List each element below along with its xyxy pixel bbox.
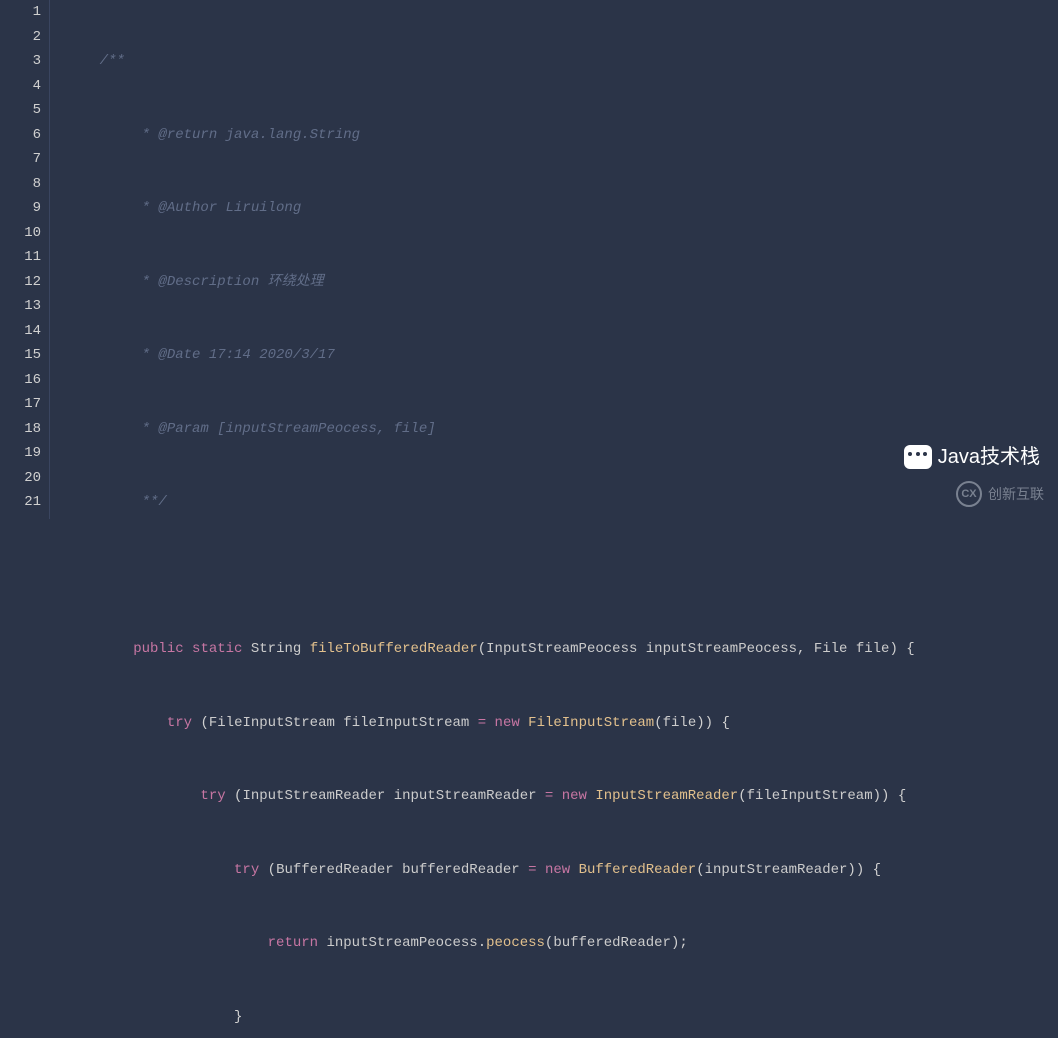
company-watermark: CX 创新互联 (956, 481, 1044, 507)
keyword: static (192, 641, 242, 657)
constructor: InputStreamReader (595, 788, 738, 804)
line-number: 17 (0, 392, 41, 417)
keyword: new (495, 715, 520, 731)
code-line: return inputStreamPeocess.peocess(buffer… (66, 931, 1058, 956)
var: inputStreamPeocess (326, 935, 477, 951)
line-number: 2 (0, 25, 41, 50)
arg: file (663, 715, 697, 731)
line-number: 3 (0, 49, 41, 74)
line-number: 1 (0, 0, 41, 25)
var: fileInputStream (343, 715, 469, 731)
method-call: peocess (486, 935, 545, 951)
code-line: } (66, 1005, 1058, 1030)
code-line: * @Description 环绕处理 (66, 270, 1058, 295)
code-line: * @Param [inputStreamPeocess, file] (66, 417, 1058, 442)
code-line: try (InputStreamReader inputStreamReader… (66, 784, 1058, 809)
line-number: 8 (0, 172, 41, 197)
code-line: try (FileInputStream fileInputStream = n… (66, 711, 1058, 736)
operator: = (478, 715, 486, 731)
comment: * @Date 17:14 2020/3/17 (66, 347, 335, 363)
keyword: new (562, 788, 587, 804)
code-line: **/ (66, 490, 1058, 515)
arg: fileInputStream (747, 788, 873, 804)
code-line: /** (66, 49, 1058, 74)
company-logo-icon: CX (956, 481, 982, 507)
chat-bubble-icon (904, 445, 932, 469)
operator: = (545, 788, 553, 804)
keyword: try (234, 862, 259, 878)
line-number: 5 (0, 98, 41, 123)
comment: * @Description 环绕处理 (66, 274, 324, 290)
line-number: 4 (0, 74, 41, 99)
comment: * @Author Liruilong (66, 200, 301, 216)
type: BufferedReader (276, 862, 394, 878)
type: String (251, 641, 301, 657)
line-number: 21 (0, 490, 41, 515)
code-line (66, 564, 1058, 589)
line-number: 20 (0, 466, 41, 491)
keyword: try (200, 788, 225, 804)
code-line: * @Author Liruilong (66, 196, 1058, 221)
keyword: try (167, 715, 192, 731)
line-number: 10 (0, 221, 41, 246)
comment: * @return java.lang.String (66, 127, 360, 143)
type: FileInputStream (209, 715, 335, 731)
type: InputStreamPeocess (486, 641, 637, 657)
type: InputStreamReader (242, 788, 385, 804)
code-editor: 123456789101112131415161718192021 /** * … (0, 0, 1058, 519)
code-line: public static String fileToBufferedReade… (66, 637, 1058, 662)
code-line: * @return java.lang.String (66, 123, 1058, 148)
operator: = (528, 862, 536, 878)
param: file (856, 641, 890, 657)
keyword: new (545, 862, 570, 878)
comment: * @Param [inputStreamPeocess, file] (66, 421, 436, 437)
code-line: * @Date 17:14 2020/3/17 (66, 343, 1058, 368)
var: bufferedReader (402, 862, 520, 878)
line-number: 9 (0, 196, 41, 221)
keyword: public (133, 641, 183, 657)
wechat-watermark: Java技术栈 (904, 445, 1040, 470)
line-number: 11 (0, 245, 41, 270)
code-area[interactable]: /** * @return java.lang.String * @Author… (50, 0, 1058, 519)
line-number: 18 (0, 417, 41, 442)
line-number: 7 (0, 147, 41, 172)
line-number: 15 (0, 343, 41, 368)
line-number: 13 (0, 294, 41, 319)
type: File (814, 641, 848, 657)
method-name: fileToBufferedReader (310, 641, 478, 657)
code-line: try (BufferedReader bufferedReader = new… (66, 858, 1058, 883)
line-number: 16 (0, 368, 41, 393)
comment: /** (66, 53, 125, 69)
constructor: FileInputStream (528, 715, 654, 731)
line-number: 14 (0, 319, 41, 344)
arg: inputStreamReader (705, 862, 848, 878)
watermark-text: Java技术栈 (938, 445, 1040, 470)
line-number-gutter: 123456789101112131415161718192021 (0, 0, 50, 519)
line-number: 19 (0, 441, 41, 466)
line-number: 12 (0, 270, 41, 295)
watermark-text: 创新互联 (988, 482, 1044, 507)
line-number: 6 (0, 123, 41, 148)
var: inputStreamReader (394, 788, 537, 804)
arg: bufferedReader (553, 935, 671, 951)
param: inputStreamPeocess (646, 641, 797, 657)
comment: **/ (66, 494, 167, 510)
keyword: return (268, 935, 318, 951)
constructor: BufferedReader (579, 862, 697, 878)
